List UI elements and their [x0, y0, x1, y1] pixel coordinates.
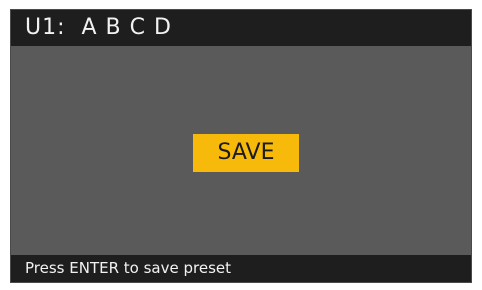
preset-name-title: U1: A B C D: [25, 15, 172, 40]
status-bar: Press ENTER to save preset: [11, 255, 471, 282]
status-hint: Press ENTER to save preset: [25, 259, 231, 277]
save-button[interactable]: SAVE: [193, 134, 299, 172]
device-screen: U1: A B C D SAVE Press ENTER to save pre…: [11, 10, 471, 282]
header-bar: U1: A B C D: [11, 10, 471, 46]
